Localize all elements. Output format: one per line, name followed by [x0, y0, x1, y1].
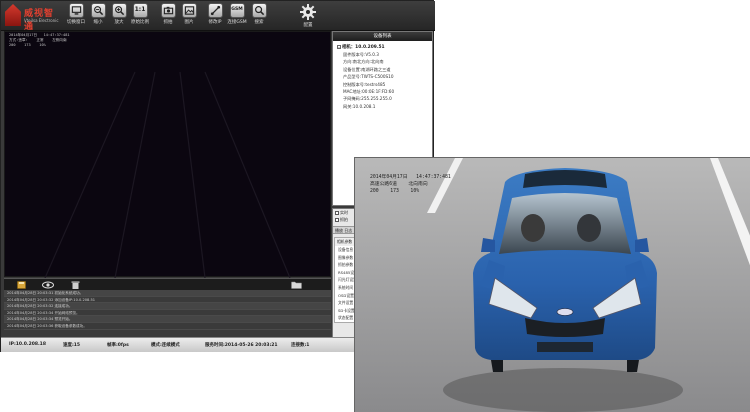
checkbox-box[interactable] [335, 218, 339, 222]
live-video-view[interactable]: 2014年04月17日 14:47:37:481 方式:违章: 正常 左侧向南 20… [4, 31, 331, 278]
video-lane-lines [44, 71, 291, 278]
log-toolbar [4, 278, 331, 290]
app-logo: 威视智通 Vteilsa Electronic [5, 4, 61, 32]
capture-timestamp-overlay: 2014年04月17日 14:47:37:481 高速公路6道 北向南向 200 1… [370, 174, 451, 195]
device-tree-root[interactable]: - 相机：10.0.209.51 [333, 41, 432, 51]
device-info-row[interactable]: 固件版本号:V5.0.3 [333, 51, 432, 58]
logo-subtitle: Vteilsa Electronic [24, 18, 59, 23]
realtime-checkbox-label: 实时 [340, 210, 348, 215]
zoom-out-icon [90, 3, 106, 18]
original-size-label: 原始比例 [131, 20, 149, 25]
log-entry[interactable]: 2014年04月28日 20:03:31 初始化系统成功。 [4, 290, 331, 297]
zoom-in-icon [111, 3, 127, 18]
status-speed: 速度:15 [63, 343, 81, 348]
search-label: 搜索 [254, 20, 264, 25]
images-label: 图片 [184, 20, 194, 25]
original-size-button[interactable]: 1:1 原始比例 [129, 3, 151, 31]
connect-gsm-label: 连接GSM [227, 20, 247, 25]
snapshot-checkbox-label: 抓拍 [340, 217, 348, 222]
window-switch-label: 切换窗口 [67, 20, 85, 25]
status-mode: 模式:连续模式 [151, 343, 180, 348]
video-overlay-line: 200 173 10% [9, 43, 46, 47]
zoom-in-label: 放大 [114, 20, 124, 25]
log-entry[interactable]: 2014年04月28日 20:03:32 连接成功。 [4, 303, 331, 310]
logo-house-mark [5, 4, 21, 26]
vehicle-photo [355, 158, 750, 412]
device-root-label: 相机：10.0.209.51 [342, 45, 385, 50]
connect-gsm-button[interactable]: GSM 连接GSM [226, 3, 248, 31]
status-ip: IP:10.0.208.18 [9, 342, 46, 347]
eye-icon[interactable] [42, 281, 54, 289]
device-info-row[interactable]: 控制版本号:testrs485 [333, 81, 432, 88]
capture-stamp-line: 200 173 10% [370, 189, 420, 194]
main-toolbar: 威视智通 Vteilsa Electronic 切换窗口 缩小 放大 1:1 原… [1, 1, 435, 32]
modify-ip-button[interactable]: 修改IP [204, 3, 226, 31]
network-icon [207, 3, 223, 18]
log-entry[interactable]: 2014年04月28日 20:03:36 获取设备参数成功。 [4, 323, 331, 330]
snapshot-button[interactable]: 抓拍 [157, 3, 179, 31]
snapshot-label: 抓拍 [163, 20, 173, 25]
capture-stamp-line: 高速公路6道 北向南向 [370, 182, 428, 187]
one-to-one-glyph: 1:1 [134, 6, 146, 13]
log-entry[interactable]: 2014年04月28日 20:03:34 开始网络预览。 [4, 310, 331, 317]
device-info-row[interactable]: 网关:10.0.208.1 [333, 103, 432, 110]
gsm-icon: GSM [229, 3, 245, 18]
status-fps: 帧率:0fps [107, 343, 129, 348]
device-info-row[interactable]: MAC地址:00:0E:1F:FD:60 [333, 88, 432, 95]
one-to-one-icon: 1:1 [132, 3, 148, 18]
device-info-row[interactable]: 子网掩码:255.255.255.0 [333, 95, 432, 102]
save-log-icon[interactable] [17, 281, 26, 289]
device-info-row[interactable]: 设备位置:南湖环路之三道 [333, 66, 432, 73]
device-list-title: 设备列表 [333, 32, 432, 41]
trash-icon[interactable] [71, 281, 80, 289]
images-button[interactable]: 图片 [178, 3, 200, 31]
config-label: 配置 [303, 23, 313, 28]
search-button[interactable]: 搜索 [248, 3, 270, 31]
log-list: 2014年04月28日 20:03:31 初始化系统成功。 2014年04月28… [4, 290, 331, 335]
checkbox-box[interactable] [335, 211, 339, 215]
modify-ip-label: 修改IP [208, 20, 222, 25]
video-timestamp-overlay: 2014年04月17日 14:47:37:481 方式:违章: 正常 左侧向南 20… [9, 33, 70, 48]
log-entry[interactable]: 2014年04月28日 20:03:34 预览开始。 [4, 316, 331, 323]
camera-icon [160, 3, 176, 18]
zoom-in-button[interactable]: 放大 [108, 3, 130, 31]
tree-collapse-icon[interactable]: - [337, 44, 341, 49]
status-connections: 连接数:1 [291, 343, 310, 348]
captured-vehicle-image[interactable]: 2014年04月17日 14:47:37:481 高速公路6道 北向南向 200 1… [354, 157, 750, 412]
gsm-glyph: GSM [231, 7, 243, 12]
log-entry[interactable]: 2014年04月28日 20:03:32 添加设备IP:10.0.208.51 [4, 297, 331, 304]
monitor-icon [68, 3, 84, 18]
zoom-out-label: 缩小 [93, 20, 103, 25]
search-icon [251, 3, 267, 18]
gear-icon[interactable] [299, 3, 317, 21]
status-time: 服务时间:2014-05-26 20:03:21 [205, 343, 278, 348]
zoom-out-button[interactable]: 缩小 [87, 3, 109, 31]
folder-icon[interactable] [291, 281, 302, 289]
image-icon [181, 3, 197, 18]
capture-stamp-line: 2014年04月17日 14:47:37:481 [370, 175, 451, 180]
device-info-row[interactable]: 方向:南北方向:北向南 [333, 58, 432, 65]
device-info-row[interactable]: 产品型号:TWTS-C500S10 [333, 73, 432, 80]
window-switch-button[interactable]: 切换窗口 [65, 3, 87, 31]
